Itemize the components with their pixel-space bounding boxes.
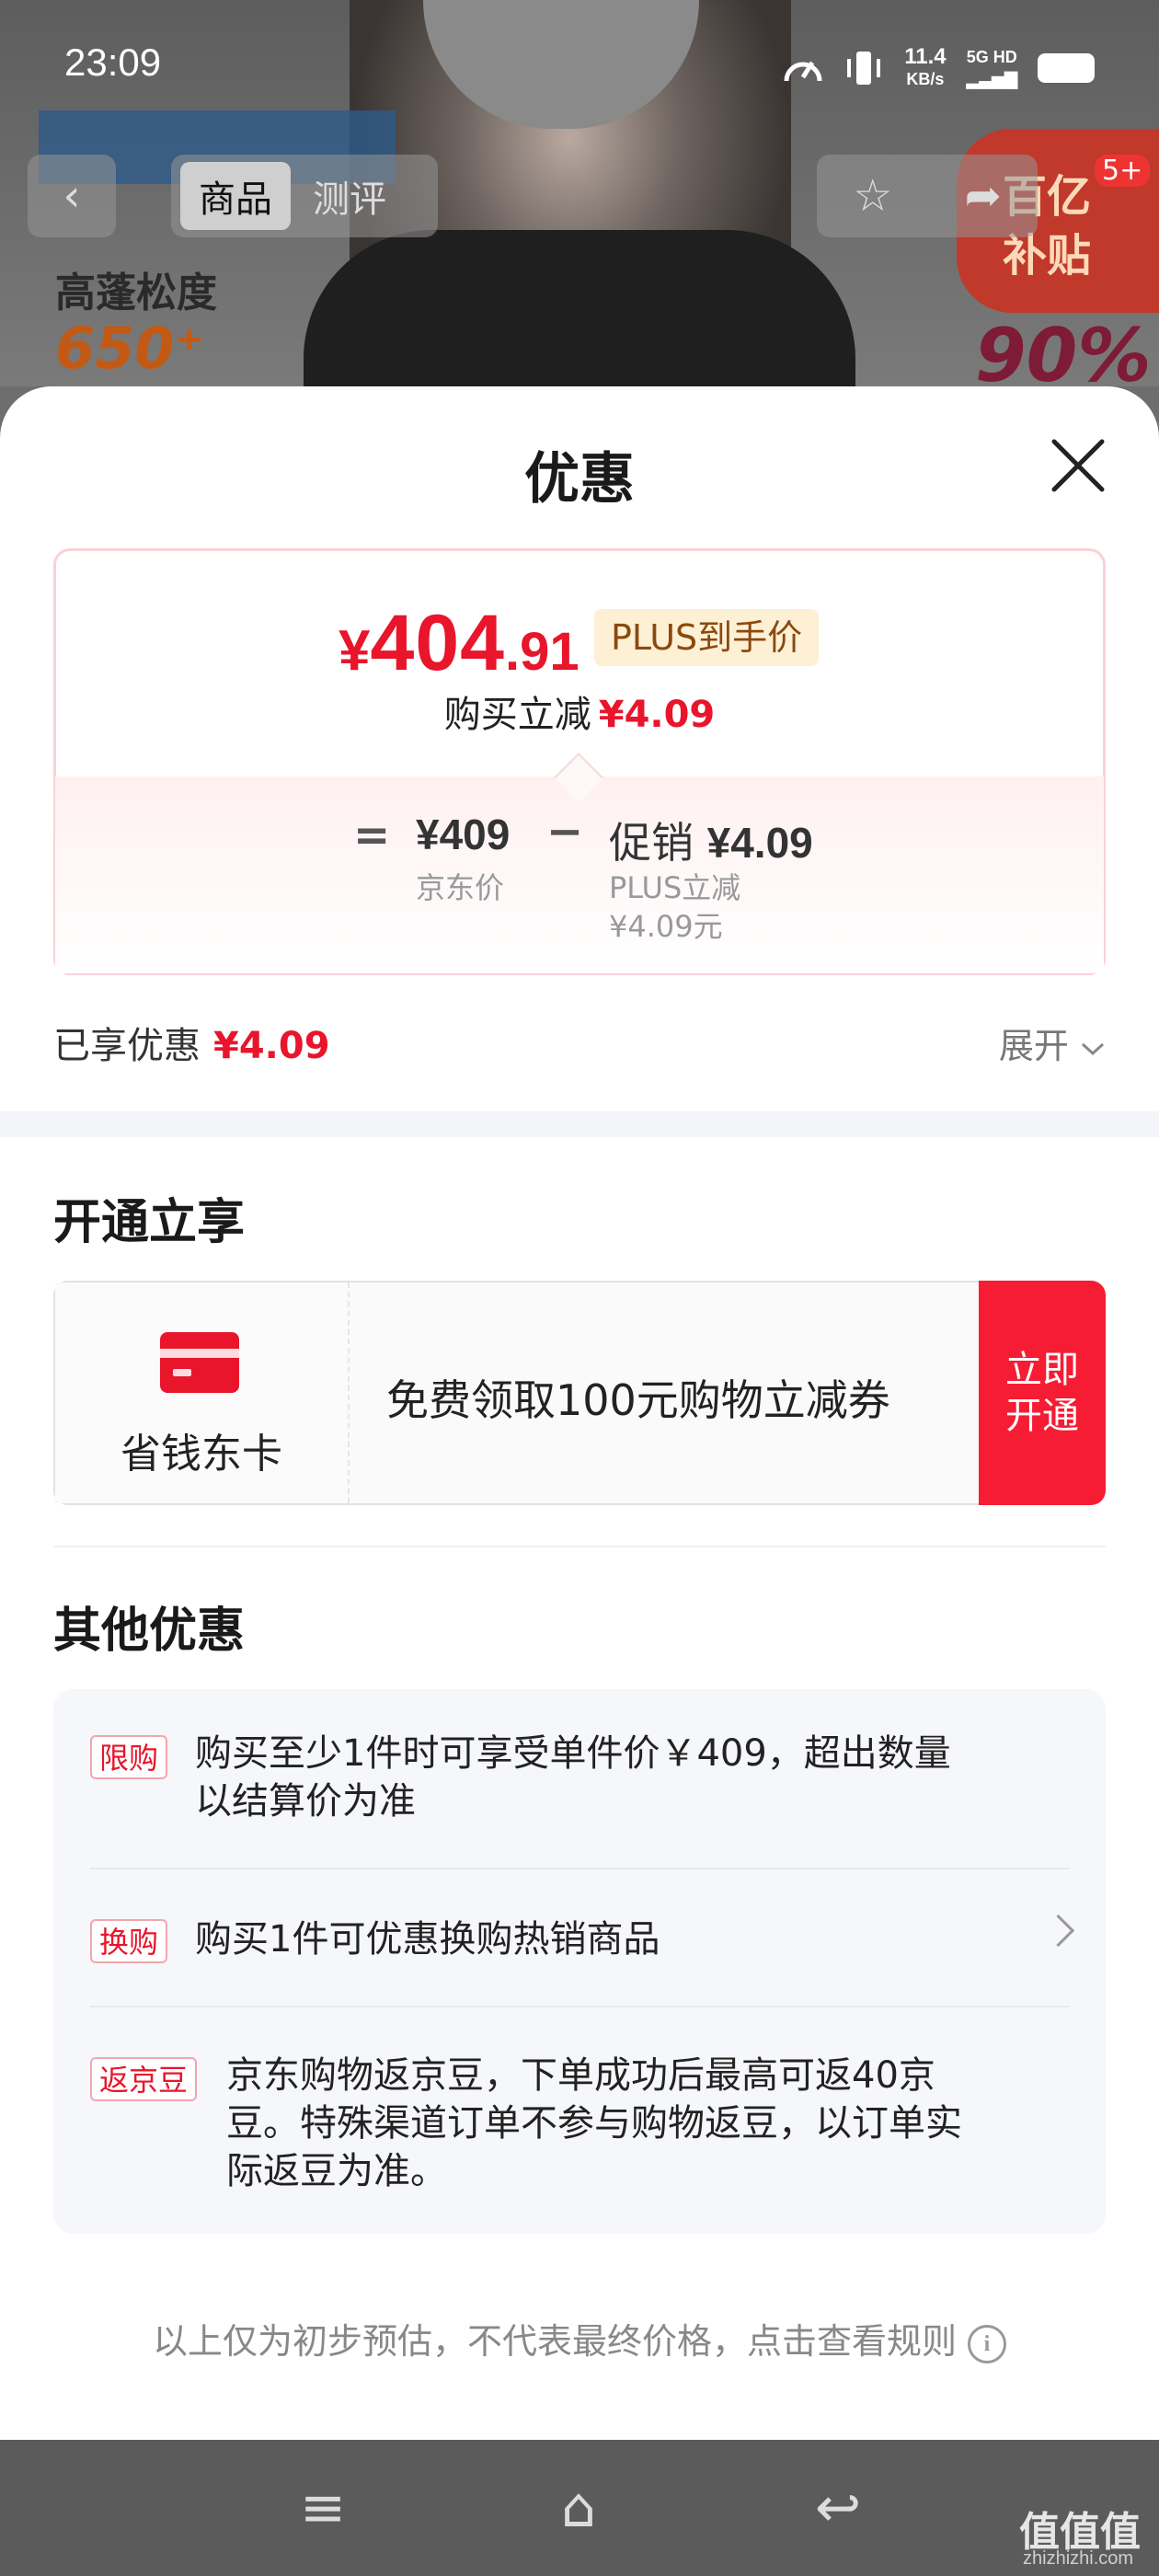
tab-product[interactable]: 商品 <box>180 162 291 230</box>
divider-line <box>53 1546 1106 1547</box>
share-icon[interactable]: ➦ <box>965 170 1002 222</box>
status-time: 23:09 <box>64 40 162 84</box>
star-icon[interactable]: ☆ <box>853 170 892 222</box>
speedometer-icon <box>784 61 822 82</box>
promo: 促销 ¥4.09 <box>609 818 813 868</box>
info-icon[interactable]: i <box>968 2324 1006 2363</box>
list-separator <box>90 1868 1069 1869</box>
jd-price: ¥409 <box>416 811 511 858</box>
menu-icon[interactable]: ≡ <box>291 2480 355 2536</box>
section-divider <box>0 1111 1159 1137</box>
list-item-exchange[interactable]: 换购 <box>90 1919 168 1963</box>
list-separator <box>90 2006 1069 2007</box>
status-icons: 11.4 KB/s 5G HD ▂▃▅▇ <box>783 46 1095 90</box>
top-actions: ☆ ➦ <box>817 155 1038 237</box>
open-now-button[interactable]: 立即 开通 <box>979 1281 1106 1505</box>
battery-icon <box>1038 53 1095 83</box>
exchange-tag: 换购 <box>90 1919 168 1963</box>
other-section-title: 其他优惠 <box>53 1604 246 1659</box>
back-button[interactable]: ‹ <box>28 155 116 237</box>
expand-button[interactable]: 展开 <box>999 1018 1106 1068</box>
product-tabs: 商品 测评 <box>171 155 438 237</box>
banner-text-1: 高蓬松度 <box>55 270 217 316</box>
signal-icon: 5G HD ▂▃▅▇ <box>966 48 1017 88</box>
membership-description: 免费领取100元购物立减券 <box>386 1375 890 1425</box>
chevron-left-icon: ‹ <box>63 170 81 222</box>
net-speed: 11.4 KB/s <box>904 44 947 89</box>
exchange-text[interactable]: 购买1件可优惠换购热销商品 <box>195 1915 660 1963</box>
equals-sign: = <box>353 810 391 861</box>
home-icon[interactable]: ⌂ <box>546 2480 611 2536</box>
plus-price-tag: PLUS到手价 <box>594 609 820 666</box>
banner-text-2: 650⁺ <box>55 315 205 382</box>
enjoyed-discount: 已享优惠 ¥4.09 <box>53 1025 330 1067</box>
beans-text: 京东购物返京豆，下单成功后最高可返40京 豆。特殊渠道订单不参与购物返豆，以订单… <box>226 2054 962 2192</box>
card-icon-chip <box>173 1369 191 1376</box>
cart-badge: 5+ <box>1095 155 1151 187</box>
rules-footnote[interactable]: 以上仅为初步预估，不代表最终价格，点击查看规则 i <box>0 2313 1159 2363</box>
promo-sub-2: ¥4.09元 <box>609 909 723 944</box>
promo-sub-1: PLUS立减 <box>609 870 741 905</box>
back-nav-icon[interactable]: ↩ <box>806 2480 870 2536</box>
buy-reduce: 购买立减 ¥4.09 <box>443 694 716 736</box>
beans-tag: 返京豆 <box>90 2057 198 2101</box>
list-item-beans: 返京豆 <box>90 2057 198 2101</box>
chevron-down-icon <box>1081 1042 1105 1055</box>
list-item-limit: 限购 <box>90 1735 168 1779</box>
membership-card-name: 省钱东卡 <box>120 1431 282 1478</box>
close-icon[interactable] <box>1049 436 1107 495</box>
sheet-title: 优惠 <box>524 447 635 512</box>
minus-sign: − <box>546 806 584 857</box>
open-section-title: 开通立享 <box>53 1195 246 1250</box>
jd-price-label: 京东价 <box>416 870 505 905</box>
tab-review[interactable]: 测评 <box>313 169 386 223</box>
watermark-sub: zhizhizhi.com <box>1023 2548 1134 2569</box>
final-price: ¥404.91 <box>339 599 580 687</box>
card-icon <box>160 1332 239 1393</box>
card-icon-stripe <box>160 1349 239 1358</box>
limit-text: 购买至少1件时可享受单件价￥409，超出数量 以结算价为准 <box>195 1732 951 1823</box>
vibrate-icon <box>847 52 881 85</box>
limit-tag: 限购 <box>90 1735 168 1779</box>
